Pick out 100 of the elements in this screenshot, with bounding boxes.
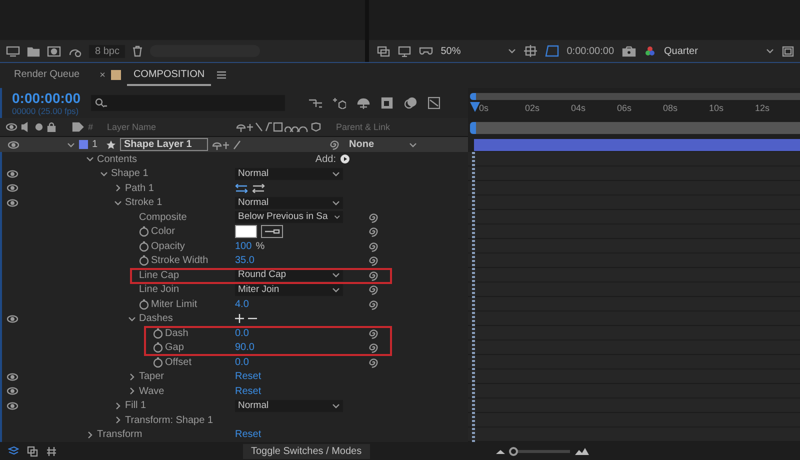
search-field[interactable] [90, 95, 284, 111]
stopwatch-icon[interactable] [139, 298, 149, 310]
property-label[interactable]: Wave [139, 386, 164, 397]
caret-icon[interactable] [128, 316, 136, 322]
spiral-icon[interactable] [367, 270, 378, 281]
caret-icon[interactable] [115, 184, 121, 192]
caret-icon[interactable] [332, 402, 340, 409]
property-label[interactable]: Line Join [139, 284, 180, 296]
eye-icon[interactable] [7, 372, 18, 381]
reset-link[interactable]: Reset [235, 386, 262, 397]
small-mountain-icon[interactable] [496, 448, 505, 454]
property-label[interactable]: Offset [165, 356, 192, 368]
resolution-dropdown[interactable]: Quarter [664, 46, 774, 56]
caret-icon[interactable] [766, 48, 774, 54]
value-field[interactable]: 90.0 [235, 342, 254, 354]
shy-icon[interactable] [356, 98, 370, 108]
spiral-icon[interactable] [328, 139, 339, 150]
property-label[interactable]: Transform: Shape 1 [125, 414, 214, 426]
monitor-icon[interactable] [6, 46, 20, 56]
plus-icon[interactable] [235, 314, 244, 324]
spiral-icon[interactable] [367, 342, 378, 354]
dropdown[interactable]: Normal [235, 168, 343, 180]
flowchart-icon[interactable] [308, 98, 322, 108]
dropdown[interactable]: Miter Join [235, 284, 343, 296]
close-button[interactable]: × [100, 70, 106, 80]
property-label[interactable]: Dash [165, 328, 188, 339]
stopwatch-icon[interactable] [153, 342, 163, 354]
property-label[interactable]: Taper [139, 371, 164, 382]
layer-name-field[interactable]: Shape Layer 1 [120, 138, 208, 151]
layer-switches-icon[interactable] [212, 140, 242, 150]
stopwatch-icon[interactable] [153, 356, 163, 368]
property-label[interactable]: Gap [165, 342, 184, 354]
caret-icon[interactable] [115, 402, 121, 410]
eye-icon[interactable] [7, 387, 18, 396]
caret-icon[interactable] [409, 142, 417, 148]
property-label[interactable]: Stroke Width [151, 255, 208, 266]
frames-icon[interactable] [27, 446, 38, 456]
cube-sparkle-icon[interactable] [332, 97, 346, 109]
value-field[interactable]: 35.0 [235, 255, 254, 266]
property-label[interactable]: Color [151, 226, 175, 238]
property-label[interactable]: Fill 1 [125, 400, 146, 412]
lock-icon[interactable] [47, 122, 56, 132]
frame-blend-icon[interactable] [380, 97, 392, 109]
menu-icon[interactable] [216, 71, 226, 79]
caret-icon[interactable] [87, 430, 93, 439]
channels-icon[interactable] [644, 45, 656, 57]
dropdown[interactable]: Normal [235, 400, 343, 412]
property-label[interactable]: Composite [139, 212, 187, 223]
eye-icon[interactable] [7, 314, 18, 323]
path-direction-icon[interactable] [235, 184, 248, 193]
caret-icon[interactable] [334, 214, 340, 220]
graph-editor-icon[interactable] [428, 97, 440, 109]
property-label[interactable]: Miter Limit [151, 298, 198, 310]
stopwatch-icon[interactable] [153, 328, 163, 339]
spiral-icon[interactable] [367, 240, 378, 252]
spiral-icon[interactable] [367, 328, 378, 339]
layer-row[interactable]: 1 Shape Layer 1 None [0, 137, 468, 152]
camera-icon[interactable] [622, 46, 636, 56]
value-field[interactable]: 0.0 [235, 356, 249, 368]
value-field[interactable]: 100 [235, 240, 252, 252]
tab[interactable]: COMPOSITION [127, 64, 211, 86]
tab[interactable]: Render Queue [8, 64, 86, 86]
spiral-icon[interactable] [367, 212, 378, 223]
current-time[interactable]: 0:00:00:00 [12, 90, 80, 106]
layers-icon[interactable] [8, 446, 19, 456]
play-circle-icon[interactable] [340, 154, 350, 164]
property-label[interactable]: Shape 1 [111, 168, 148, 180]
caret-icon[interactable] [129, 387, 135, 396]
color-swatch[interactable] [235, 225, 257, 238]
monitor-icon[interactable] [398, 46, 411, 56]
eye-icon[interactable] [6, 123, 17, 131]
caret-icon[interactable] [129, 372, 135, 381]
caret-icon[interactable] [115, 416, 121, 424]
property-label[interactable]: Dashes [139, 313, 173, 324]
image-icon[interactable] [47, 46, 61, 56]
folder-icon[interactable] [27, 46, 40, 56]
property-label[interactable]: Stroke 1 [125, 197, 162, 208]
window-icon[interactable] [782, 46, 794, 56]
property-label[interactable]: Transform [97, 429, 142, 440]
property-label[interactable]: Contents [97, 154, 138, 165]
parent-dropdown[interactable]: None [349, 139, 417, 150]
spiral-icon[interactable] [367, 255, 378, 266]
large-mountain-icon[interactable] [575, 448, 589, 454]
slider-thumb[interactable] [509, 446, 518, 456]
eye-icon[interactable] [8, 140, 19, 148]
caret-icon[interactable] [86, 156, 94, 162]
caret-icon[interactable] [332, 170, 340, 177]
eye-icon[interactable] [7, 184, 18, 192]
zoom-dropdown[interactable]: 50% [440, 46, 516, 56]
caret-icon[interactable] [508, 48, 516, 54]
render-time-icon[interactable] [46, 446, 57, 456]
color-depth-label[interactable]: 8 bpc [89, 44, 126, 58]
eye-icon[interactable] [7, 170, 18, 178]
reset-link[interactable]: Reset [235, 371, 262, 382]
spiral-icon[interactable] [367, 356, 378, 368]
layer-duration-bar[interactable] [474, 138, 800, 150]
dropdown[interactable]: Round Cap [235, 269, 343, 282]
stopwatch-icon[interactable] [139, 240, 149, 252]
property-label[interactable]: Line Cap [139, 270, 180, 281]
tag-icon[interactable] [72, 122, 84, 132]
